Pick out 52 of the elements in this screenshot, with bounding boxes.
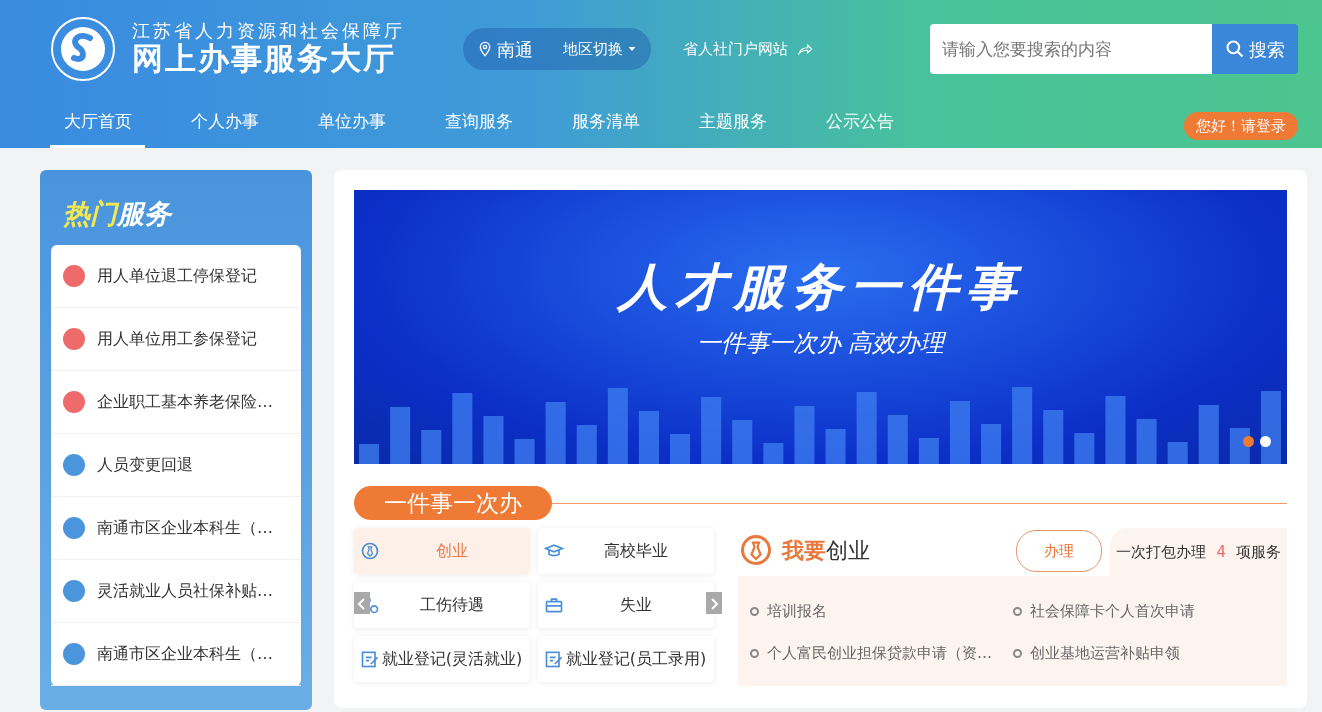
tie-icon bbox=[738, 532, 774, 568]
search-field[interactable]: 请输入您要搜索的内容 bbox=[930, 24, 1212, 74]
service-item[interactable]: 用人单位用工参保登记 bbox=[51, 307, 301, 371]
region-switch-link[interactable]: 地区切换 bbox=[563, 37, 623, 61]
tie-icon bbox=[360, 541, 380, 561]
banner-subtitle: 一件事一次办 高效办理 bbox=[695, 328, 948, 359]
service-tile[interactable]: 高校毕业 bbox=[538, 528, 714, 574]
carousel-dot[interactable] bbox=[1260, 436, 1271, 447]
service-tile[interactable]: 就业登记(员工录用) bbox=[538, 636, 714, 682]
city-name: 南通 bbox=[497, 37, 533, 62]
service-link[interactable]: 培训报名 bbox=[750, 590, 1013, 632]
nav-tab[interactable]: 单位办事 bbox=[304, 98, 399, 148]
package-label: 一次打包办理 bbox=[1116, 541, 1207, 563]
search-icon bbox=[1225, 39, 1245, 59]
share-arrow-icon bbox=[796, 41, 814, 57]
service-count: 4 bbox=[1216, 541, 1226, 563]
form-edit-icon bbox=[544, 649, 564, 669]
banner-headline: 人才服务一件事 bbox=[615, 257, 1025, 318]
carousel-dot[interactable] bbox=[1243, 436, 1254, 447]
nav-tab[interactable]: 大厅首页 bbox=[50, 98, 145, 148]
bullet-icon bbox=[750, 648, 759, 658]
service-item[interactable]: 企业职工基本养老保险… bbox=[51, 370, 301, 434]
region-selector[interactable]: 南通 地区切换 bbox=[463, 28, 651, 70]
service-item[interactable]: 南通市区企业本科生（… bbox=[51, 622, 301, 686]
site-title: 网上办事服务大厅 bbox=[132, 40, 397, 78]
nav-tab[interactable]: 查询服务 bbox=[431, 98, 526, 148]
service-item[interactable]: 灵活就业人员社保补贴… bbox=[51, 559, 301, 623]
service-link[interactable]: 社会保障卡个人首次申请 bbox=[1012, 590, 1275, 632]
logo-icon bbox=[50, 16, 116, 82]
service-tile[interactable]: 工伤待遇 bbox=[354, 582, 530, 628]
sidebar-title: 热门服务 bbox=[63, 197, 174, 231]
form-edit-icon bbox=[360, 649, 380, 669]
service-link[interactable]: 个人富民创业担保贷款申请（资… bbox=[750, 632, 1013, 674]
service-tile[interactable]: 失业 bbox=[538, 582, 714, 628]
service-link[interactable]: 创业基地运营补贴申领 bbox=[1012, 632, 1275, 674]
detail-title: 我要创业 bbox=[782, 536, 870, 565]
service-item[interactable]: 用人单位退工停保登记 bbox=[51, 244, 301, 308]
location-pin-icon bbox=[477, 41, 493, 57]
org-name: 江苏省人力资源和社会保障厅 bbox=[132, 20, 405, 41]
bullet-icon bbox=[1012, 648, 1022, 658]
section-title: 一件事一次办 bbox=[354, 486, 552, 520]
bullet-icon bbox=[750, 606, 759, 616]
service-tile[interactable]: 就业登记(灵活就业) bbox=[354, 636, 530, 682]
briefcase-icon bbox=[544, 595, 564, 615]
bullet-icon bbox=[1012, 606, 1022, 616]
service-item[interactable]: 南通市区企业本科生（… bbox=[51, 496, 301, 560]
service-item[interactable]: 人员变更回退 bbox=[51, 433, 301, 497]
nav-tab[interactable]: 服务清单 bbox=[558, 98, 653, 148]
apply-button[interactable]: 办理 bbox=[1016, 530, 1103, 572]
search-button[interactable]: 搜索 bbox=[1212, 24, 1298, 74]
nav-tab[interactable]: 个人办事 bbox=[177, 98, 272, 148]
package-unit: 项服务 bbox=[1236, 541, 1281, 563]
